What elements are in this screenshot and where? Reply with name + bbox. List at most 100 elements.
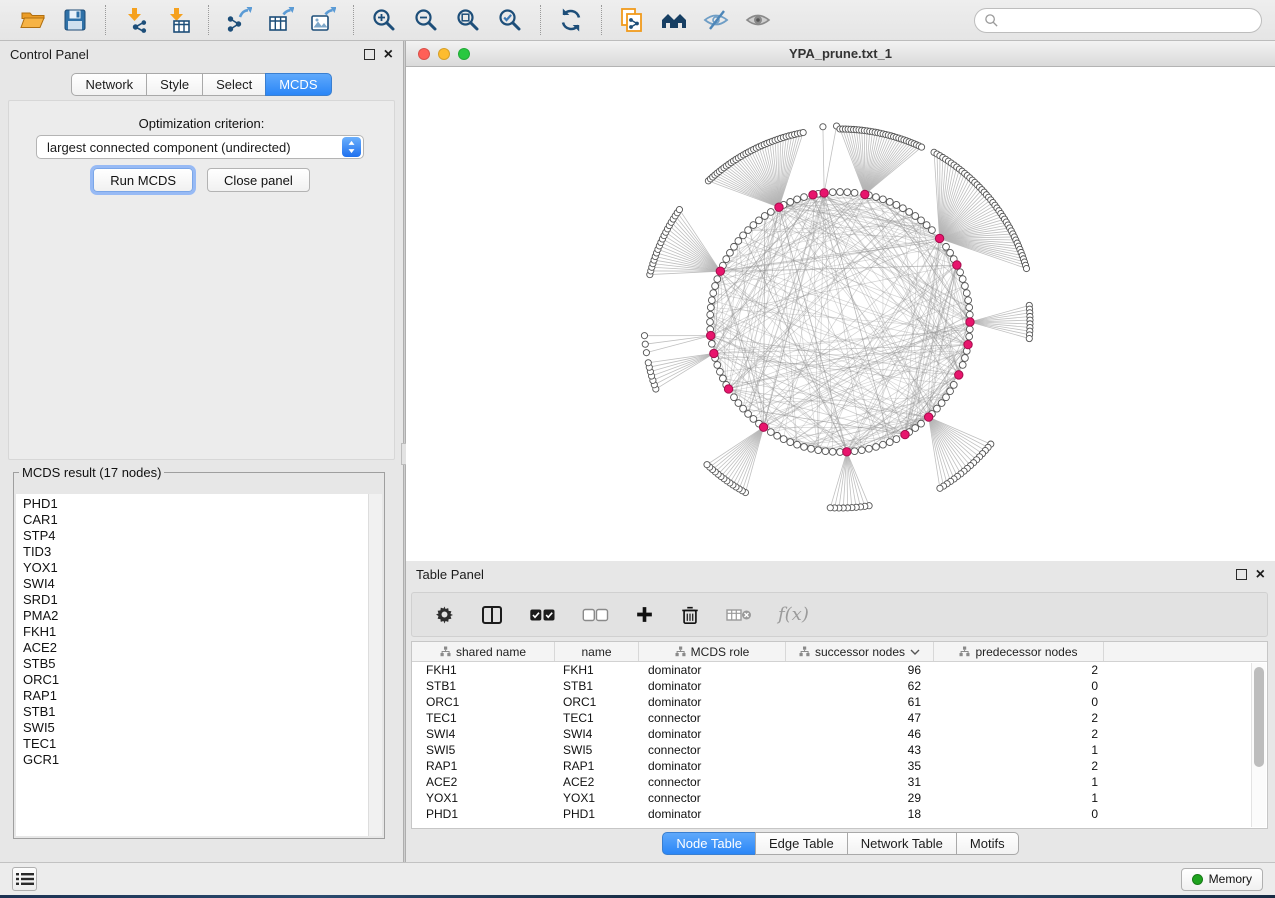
tab-network[interactable]: Network	[71, 73, 147, 96]
network-canvas[interactable]	[406, 67, 1275, 561]
mcds-result-item[interactable]: SWI4	[23, 576, 368, 592]
table-row[interactable]: FKH1FKH1dominator962	[412, 662, 1267, 678]
open-file-button[interactable]	[16, 3, 50, 37]
mcds-result-item[interactable]: RAP1	[23, 688, 368, 704]
table-scrollbar[interactable]	[1251, 663, 1266, 827]
attribute-type-icon	[799, 646, 810, 657]
node-table: shared name name MCDS role successor nod…	[411, 641, 1268, 829]
window-close-button[interactable]	[418, 48, 430, 60]
column-header-successor-nodes[interactable]: successor nodes	[786, 642, 934, 661]
export-image-button[interactable]	[306, 3, 340, 37]
search-icon	[984, 13, 999, 28]
column-header-predecessor-nodes[interactable]: predecessor nodes	[934, 642, 1104, 661]
network-window-titlebar[interactable]: YPA_prune.txt_1	[406, 41, 1275, 67]
mcds-result-item[interactable]: SRD1	[23, 592, 368, 608]
select-all-button[interactable]	[529, 600, 556, 630]
table-cell	[1104, 806, 1267, 822]
export-network-button[interactable]	[222, 3, 256, 37]
tab-node-table[interactable]: Node Table	[662, 832, 756, 855]
tab-edge-table[interactable]: Edge Table	[755, 832, 848, 855]
export-table-button[interactable]	[264, 3, 298, 37]
table-row[interactable]: ORC1ORC1dominator610	[412, 694, 1267, 710]
memory-status-dot	[1192, 874, 1203, 885]
show-all-button[interactable]	[741, 3, 775, 37]
mcds-result-item[interactable]: ORC1	[23, 672, 368, 688]
column-header-mcds-role[interactable]: MCDS role	[639, 642, 786, 661]
hide-selected-button[interactable]	[699, 3, 733, 37]
table-row[interactable]: PHD1PHD1dominator180	[412, 806, 1267, 822]
zoom-fit-button[interactable]	[451, 3, 485, 37]
table-row[interactable]: ACE2ACE2connector311	[412, 774, 1267, 790]
table-cell: 1	[934, 774, 1104, 790]
table-cell: ACE2	[555, 774, 639, 790]
tab-network-table[interactable]: Network Table	[847, 832, 957, 855]
scrollbar-thumb[interactable]	[1254, 667, 1264, 767]
control-panel-title: Control Panel	[10, 47, 89, 62]
table-cell: 43	[786, 742, 934, 758]
import-table-button[interactable]	[161, 3, 195, 37]
tab-motifs[interactable]: Motifs	[956, 832, 1019, 855]
deselect-all-button[interactable]	[582, 600, 609, 630]
control-panel-tabs: Network Style Select MCDS	[0, 73, 403, 96]
mcds-result-item[interactable]: GCR1	[23, 752, 368, 768]
memory-button[interactable]: Memory	[1181, 868, 1263, 891]
tab-style[interactable]: Style	[146, 73, 203, 96]
column-header-name[interactable]: name	[555, 642, 639, 661]
task-history-button[interactable]	[12, 867, 37, 891]
criterion-select[interactable]: largest connected component (undirected)	[36, 135, 364, 159]
window-maximize-button[interactable]	[458, 48, 470, 60]
zoom-out-button[interactable]	[409, 3, 443, 37]
close-icon[interactable]: ×	[1256, 569, 1265, 580]
table-panel: Table Panel × f(x) shared name	[406, 561, 1275, 862]
delete-column-button[interactable]	[680, 600, 700, 630]
mcds-result-item[interactable]: TEC1	[23, 736, 368, 752]
table-row[interactable]: SWI5SWI5connector431	[412, 742, 1267, 758]
network-graph[interactable]	[406, 67, 1275, 561]
run-mcds-button[interactable]: Run MCDS	[93, 168, 193, 192]
refresh-layout-button[interactable]	[554, 3, 588, 37]
mcds-result-item[interactable]: STP4	[23, 528, 368, 544]
table-row[interactable]: RAP1RAP1dominator352	[412, 758, 1267, 774]
search-input[interactable]	[1004, 10, 1252, 30]
mcds-result-item[interactable]: PMA2	[23, 608, 368, 624]
show-column-button[interactable]	[481, 600, 503, 630]
zoom-in-button[interactable]	[367, 3, 401, 37]
table-cell: YOX1	[412, 790, 555, 806]
import-table-icon	[165, 7, 191, 33]
save-session-button[interactable]	[58, 3, 92, 37]
first-neighbors-button[interactable]	[657, 3, 691, 37]
mcds-result-item[interactable]: STB5	[23, 656, 368, 672]
column-header-shared-name[interactable]: shared name	[412, 642, 555, 661]
table-row[interactable]: STB1STB1dominator620	[412, 678, 1267, 694]
mcds-result-item[interactable]: ACE2	[23, 640, 368, 656]
duplicate-network-button[interactable]	[615, 3, 649, 37]
tab-mcds[interactable]: MCDS	[265, 73, 331, 96]
save-floppy-icon	[62, 7, 88, 33]
tab-select[interactable]: Select	[202, 73, 266, 96]
zoom-selected-button[interactable]	[493, 3, 527, 37]
table-row[interactable]: TEC1TEC1connector472	[412, 710, 1267, 726]
mcds-result-item[interactable]: SWI5	[23, 720, 368, 736]
close-mcds-panel-button[interactable]: Close panel	[207, 168, 310, 192]
close-icon[interactable]: ×	[384, 49, 393, 60]
table-row[interactable]: SWI4SWI4dominator462	[412, 726, 1267, 742]
mcds-result-item[interactable]: PHD1	[23, 496, 368, 512]
float-window-icon[interactable]	[364, 49, 375, 60]
mcds-list-scrollbar[interactable]	[368, 494, 382, 836]
add-column-button[interactable]	[635, 600, 654, 630]
mcds-result-group: MCDS result (17 nodes) PHD1CAR1STP4TID3Y…	[13, 465, 385, 839]
table-cell: PHD1	[555, 806, 639, 822]
mcds-result-item[interactable]: STB1	[23, 704, 368, 720]
mcds-result-item[interactable]: FKH1	[23, 624, 368, 640]
import-network-button[interactable]	[119, 3, 153, 37]
mcds-result-item[interactable]: TID3	[23, 544, 368, 560]
table-settings-button[interactable]	[434, 600, 455, 630]
mcds-result-item[interactable]: YOX1	[23, 560, 368, 576]
table-row[interactable]: YOX1YOX1connector291	[412, 790, 1267, 806]
float-window-icon[interactable]	[1236, 569, 1247, 580]
table-cell: 18	[786, 806, 934, 822]
sort-chevron-icon[interactable]	[910, 649, 920, 655]
export-network-icon	[226, 7, 252, 33]
window-minimize-button[interactable]	[438, 48, 450, 60]
mcds-result-item[interactable]: CAR1	[23, 512, 368, 528]
